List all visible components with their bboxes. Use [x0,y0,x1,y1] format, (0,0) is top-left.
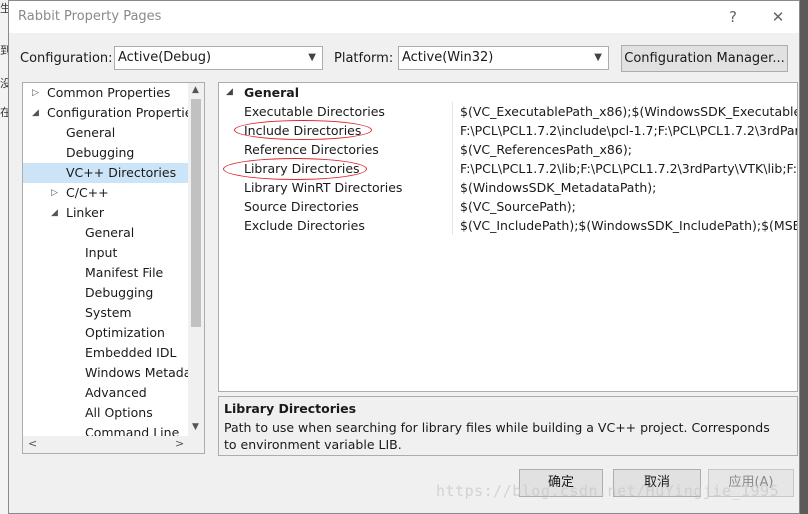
column-divider [452,102,453,121]
tree-item[interactable]: Advanced [23,383,188,403]
close-button[interactable]: ✕ [763,5,793,29]
help-button[interactable]: ? [718,5,748,29]
property-name: Reference Directories [244,142,379,157]
description-text: Path to use when searching for library f… [224,420,770,452]
property-row[interactable]: Reference Directories $(VC_ReferencesPath… [219,140,797,159]
property-row[interactable]: Source Directories $(VC_SourcePath); [219,197,797,216]
tree-item-label: C/C++ [66,185,109,200]
collapse-icon[interactable]: ◢ [226,83,233,102]
tree-item-label: Configuration Properties [47,105,199,120]
chevron-down-icon: ▼ [594,52,602,63]
property-name: Source Directories [244,199,359,214]
grid-section-header: General [244,85,299,100]
tree-item[interactable]: General [23,123,188,143]
tree-item[interactable]: Debugging [23,143,188,163]
collapse-icon[interactable]: ◢ [51,203,58,223]
tree-item[interactable]: ▷ C/C++ [23,183,188,203]
tree-item-label: All Options [85,405,153,420]
chevron-up-icon[interactable]: ▲ [192,85,199,95]
property-row[interactable]: Library WinRT Directories $(WindowsSDK_Me… [219,178,797,197]
property-value[interactable]: $(VC_ReferencesPath_x86); [460,140,632,159]
property-value[interactable]: $(VC_SourcePath); [460,197,576,216]
tree-item-label: Optimization [85,325,165,340]
platform-select[interactable]: Active(Win32) ▼ [398,46,609,70]
tree-item[interactable]: VC++ Directories [23,163,188,183]
description-title: Library Directories [224,401,357,416]
collapse-icon[interactable]: ◢ [32,103,39,123]
watermark: https://blog.csdn.net/HuYingjie_1995 [436,482,780,500]
description-panel: Library Directories Path to use when sea… [218,396,798,456]
property-pages-dialog: Rabbit Property Pages ? ✕ Configuration:… [8,0,800,514]
tree-item[interactable]: General [23,223,188,243]
tree-item-label: Input [85,245,118,260]
tree-item-label: Advanced [85,385,147,400]
tree-item[interactable]: Embedded IDL [23,343,188,363]
tree-item-label: VC++ Directories [66,165,177,180]
red-annotation-oval [223,158,367,180]
configuration-manager-button[interactable]: Configuration Manager... [621,45,788,72]
property-row[interactable]: Exclude Directories $(VC_IncludePath);$(W… [219,216,797,235]
tree-item[interactable]: Debugging [23,283,188,303]
chevron-right-icon[interactable]: > [175,437,184,450]
property-tree: ▷ Common Properties ◢ Configuration Propert… [22,82,205,454]
tree-item[interactable]: Windows Metadata [23,363,204,383]
tree-item[interactable]: Optimization [23,323,188,343]
property-value[interactable]: $(WindowsSDK_MetadataPath); [460,178,656,197]
tree-item-label: Embedded IDL [85,345,177,360]
tree-item-label: Windows Metadata [85,365,204,380]
configuration-value: Active(Debug) [118,50,212,65]
tree-item-label: General [66,125,116,140]
tree-item[interactable]: System [23,303,188,323]
dialog-title: Rabbit Property Pages [18,9,162,24]
property-name: Exclude Directories [244,218,365,233]
column-divider [452,140,453,159]
chevron-left-icon[interactable]: < [28,437,37,450]
tree-item-label: Debugging [85,285,154,300]
tree-item[interactable]: ◢ Configuration Properties [23,103,199,123]
tree-item[interactable]: ▷ Common Properties [23,83,188,103]
column-divider [452,121,453,140]
configuration-select[interactable]: Active(Debug) ▼ [114,46,323,70]
configuration-label: Configuration: [20,51,113,66]
tree-horizontal-scrollbar[interactable]: < > [23,436,204,453]
expand-icon[interactable]: ▷ [32,83,39,103]
tree-item[interactable]: All Options [23,403,188,423]
property-name: Executable Directories [244,104,385,119]
tree-item-label: Debugging [66,145,135,160]
property-name: Library WinRT Directories [244,180,403,195]
property-row[interactable]: Executable Directories $(VC_ExecutablePat… [219,102,797,121]
chevron-down-icon: ▼ [308,52,316,63]
property-value[interactable]: $(VC_ExecutablePath_x86);$(WindowsSDK_Ex… [460,102,797,121]
tree-vertical-scrollbar[interactable]: ▲ ▼ [188,83,204,436]
tree-item-label: General [85,225,135,240]
tree-item-label: Manifest File [85,265,164,280]
tree-item-label: Linker [66,205,104,220]
tree-item[interactable]: Input [23,243,188,263]
property-value[interactable]: $(VC_IncludePath);$(WindowsSDK_IncludePa… [460,216,797,235]
scroll-thumb[interactable] [191,99,201,327]
property-value[interactable]: F:\PCL\PCL1.7.2\include\pcl-1.7;F:\PCL\P… [460,121,797,140]
tree-item-label: Common Properties [47,85,171,100]
red-annotation-oval [234,120,372,140]
column-divider [452,159,453,178]
property-value[interactable]: F:\PCL\PCL1.7.2\lib;F:\PCL\PCL1.7.2\3rdP… [460,159,797,178]
expand-icon[interactable]: ▷ [51,183,58,203]
title-bar: Rabbit Property Pages ? ✕ [9,1,799,33]
platform-label: Platform: [334,51,394,66]
column-divider [452,216,453,235]
platform-value: Active(Win32) [402,50,494,65]
column-divider [452,178,453,197]
column-divider [452,197,453,216]
tree-item-label: System [85,305,132,320]
tree-item[interactable]: Manifest File [23,263,188,283]
chevron-down-icon[interactable]: ▼ [192,422,199,432]
tree-item[interactable]: ◢ Linker [23,203,188,223]
